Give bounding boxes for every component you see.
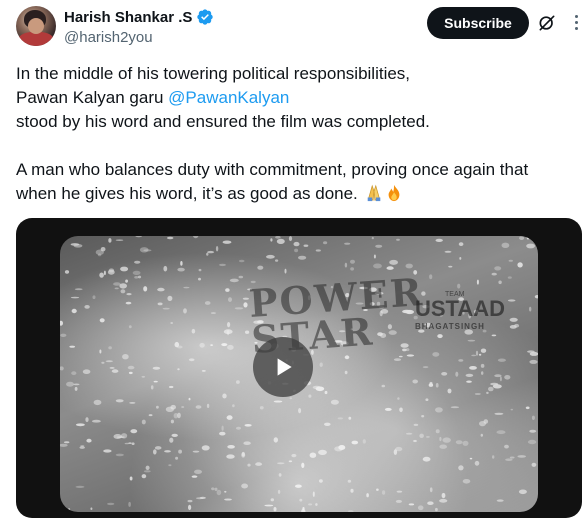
author-handle[interactable]: @harish2you <box>64 29 153 46</box>
subscribe-button[interactable]: Subscribe <box>427 7 529 39</box>
video-overlay-ustaad: USTAAD <box>415 296 506 321</box>
more-icon[interactable] <box>566 10 586 34</box>
tweet-line-1: In the middle of his towering political … <box>16 64 411 83</box>
tweet-line-4: A man who balances duty with commitment,… <box>16 160 529 179</box>
play-button[interactable] <box>253 337 313 397</box>
tweet-line-2: Pawan Kalyan garu @PawanKalyan <box>16 86 576 110</box>
video-overlay-subtitle: BHAGATSINGH <box>415 322 485 331</box>
tweet-text: In the middle of his towering political … <box>16 62 576 206</box>
video-overlay-text-right: USTAAD BHAGATSINGH <box>415 296 505 331</box>
tweet-line-3: stood by his word and ensured the film w… <box>16 112 430 131</box>
author-name[interactable]: Harish Shankar .S <box>64 9 192 26</box>
fire-icon <box>388 184 399 202</box>
tweet-line-5-text: when he gives his word, it’s as good as … <box>16 184 358 203</box>
tweet-line-5: when he gives his word, it’s as good as … <box>16 182 576 206</box>
verified-badge-icon <box>197 9 214 25</box>
tweet-line-2-prefix: Pawan Kalyan garu <box>16 88 169 107</box>
author-name-row[interactable]: Harish Shankar .S <box>64 8 214 26</box>
play-icon <box>277 358 292 376</box>
folded-hands-icon <box>367 184 380 202</box>
mention-link[interactable]: @PawanKalyan <box>168 88 289 107</box>
avatar[interactable] <box>16 6 56 46</box>
grok-icon[interactable] <box>537 13 557 33</box>
